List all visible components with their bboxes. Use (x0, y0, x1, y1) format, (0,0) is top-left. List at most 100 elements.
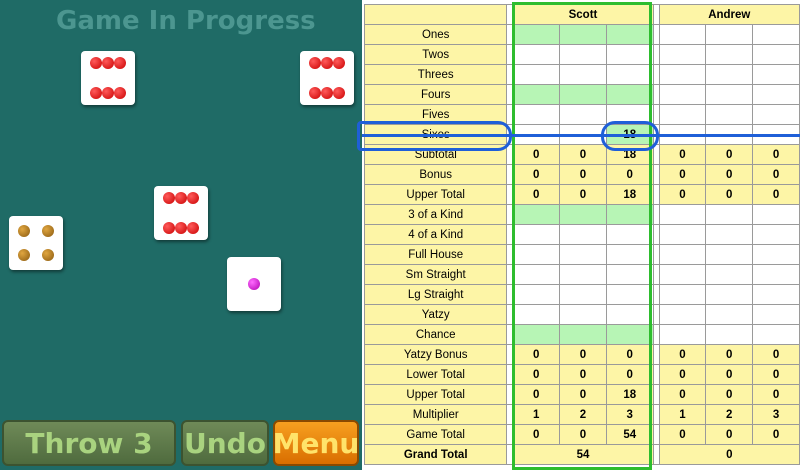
score-cell-scott[interactable] (512, 84, 561, 105)
score-cell-andrew: 0 (658, 184, 707, 205)
score-cell-andrew: 0 (752, 424, 800, 445)
score-cell-andrew[interactable] (658, 224, 707, 245)
score-cell-andrew[interactable] (752, 104, 800, 125)
row-label: 4 of a Kind (363, 224, 508, 245)
score-cell-andrew: 0 (705, 144, 754, 165)
score-cell-scott[interactable] (559, 24, 607, 45)
score-cell-andrew[interactable] (752, 24, 800, 45)
score-cell-andrew: 0 (752, 364, 800, 385)
scorecard-table: ScottAndrewOnesTwosThreesFoursFivesSixes… (363, 4, 800, 465)
score-cell-andrew[interactable] (658, 244, 707, 265)
score-cell-scott[interactable] (559, 304, 607, 325)
score-cell-andrew[interactable] (658, 84, 707, 105)
score-cell-andrew[interactable] (705, 244, 754, 265)
score-cell-scott[interactable] (512, 304, 561, 325)
die-3[interactable] (154, 186, 208, 240)
score-cell-andrew[interactable] (752, 64, 800, 85)
score-cell-scott[interactable] (605, 64, 654, 85)
score-cell-andrew[interactable] (705, 304, 754, 325)
score-cell-scott[interactable] (512, 284, 561, 305)
score-cell-andrew[interactable] (658, 204, 707, 225)
score-cell-scott[interactable] (559, 244, 607, 265)
score-cell-scott[interactable] (605, 24, 654, 45)
die-pip (17, 249, 30, 262)
die-pip (114, 87, 127, 100)
score-cell-andrew[interactable] (705, 84, 754, 105)
score-cell-andrew[interactable] (752, 284, 800, 305)
die-4[interactable] (9, 216, 63, 270)
score-cell-scott[interactable] (512, 104, 561, 125)
score-cell-scott: 2 (559, 404, 607, 425)
score-cell-scott[interactable] (512, 244, 561, 265)
score-cell-andrew[interactable] (752, 204, 800, 225)
score-cell-andrew[interactable] (705, 224, 754, 245)
score-cell-andrew[interactable] (752, 244, 800, 265)
score-cell-andrew[interactable] (752, 324, 800, 345)
score-cell-scott[interactable] (605, 244, 654, 265)
row-label: 3 of a Kind (363, 204, 508, 225)
die-2[interactable] (300, 51, 354, 105)
score-cell-scott[interactable] (512, 264, 561, 285)
score-cell-scott[interactable] (559, 44, 607, 65)
score-cell-andrew[interactable] (752, 224, 800, 245)
score-cell-andrew[interactable] (705, 24, 754, 45)
die-1[interactable] (81, 51, 135, 105)
score-cell-scott[interactable] (559, 64, 607, 85)
score-cell-andrew[interactable] (705, 284, 754, 305)
score-cell-andrew[interactable] (658, 264, 707, 285)
score-cell-andrew[interactable] (705, 64, 754, 85)
score-cell-andrew[interactable] (658, 44, 707, 65)
row-label: Fours (363, 84, 508, 105)
score-cell-scott[interactable] (559, 224, 607, 245)
score-cell-andrew[interactable] (705, 204, 754, 225)
die-5[interactable] (227, 257, 281, 311)
dice-board: Game In Progress Throw 3 Undo Menu (0, 0, 362, 470)
score-cell-andrew[interactable] (705, 264, 754, 285)
score-cell-scott[interactable] (559, 204, 607, 225)
score-cell-andrew[interactable] (752, 44, 800, 65)
grand-total-andrew: 0 (658, 444, 800, 465)
score-cell-scott[interactable] (605, 284, 654, 305)
score-cell-andrew[interactable] (705, 44, 754, 65)
score-cell-scott[interactable] (512, 24, 561, 45)
score-cell-scott[interactable] (559, 284, 607, 305)
score-cell-scott[interactable] (512, 324, 561, 345)
score-cell-scott[interactable] (605, 204, 654, 225)
die-pip (162, 222, 175, 235)
score-cell-scott[interactable] (512, 44, 561, 65)
score-cell-andrew[interactable] (658, 304, 707, 325)
undo-button[interactable]: Undo (181, 420, 269, 466)
score-cell-scott[interactable] (512, 64, 561, 85)
score-cell-scott[interactable] (512, 204, 561, 225)
die-pip (321, 56, 333, 69)
score-cell-andrew[interactable] (658, 324, 707, 345)
score-cell-scott[interactable] (605, 304, 654, 325)
score-cell-andrew[interactable] (658, 64, 707, 85)
score-cell-andrew[interactable] (752, 84, 800, 105)
score-cell-andrew[interactable] (752, 264, 800, 285)
score-cell-scott[interactable] (605, 324, 654, 345)
menu-button[interactable]: Menu (273, 420, 359, 466)
row-label: Lower Total (363, 364, 508, 385)
score-cell-andrew: 1 (658, 404, 707, 425)
score-cell-scott[interactable] (559, 104, 607, 125)
score-cell-scott[interactable] (605, 84, 654, 105)
die-pip (102, 56, 114, 69)
score-cell-andrew[interactable] (658, 24, 707, 45)
score-cell-andrew[interactable] (705, 104, 754, 125)
score-cell-scott[interactable] (559, 324, 607, 345)
score-cell-andrew[interactable] (658, 104, 707, 125)
die-pip (187, 191, 200, 204)
score-cell-scott[interactable] (605, 264, 654, 285)
score-cell-andrew[interactable] (658, 284, 707, 305)
throw-button[interactable]: Throw 3 (2, 420, 176, 466)
score-cell-scott[interactable] (559, 84, 607, 105)
score-cell-andrew: 0 (658, 364, 707, 385)
score-cell-scott[interactable] (559, 264, 607, 285)
score-cell-andrew[interactable] (752, 304, 800, 325)
score-cell-scott[interactable] (605, 44, 654, 65)
score-cell-scott: 0 (512, 364, 561, 385)
score-cell-scott[interactable] (512, 224, 561, 245)
score-cell-scott[interactable] (605, 224, 654, 245)
score-cell-andrew[interactable] (705, 324, 754, 345)
